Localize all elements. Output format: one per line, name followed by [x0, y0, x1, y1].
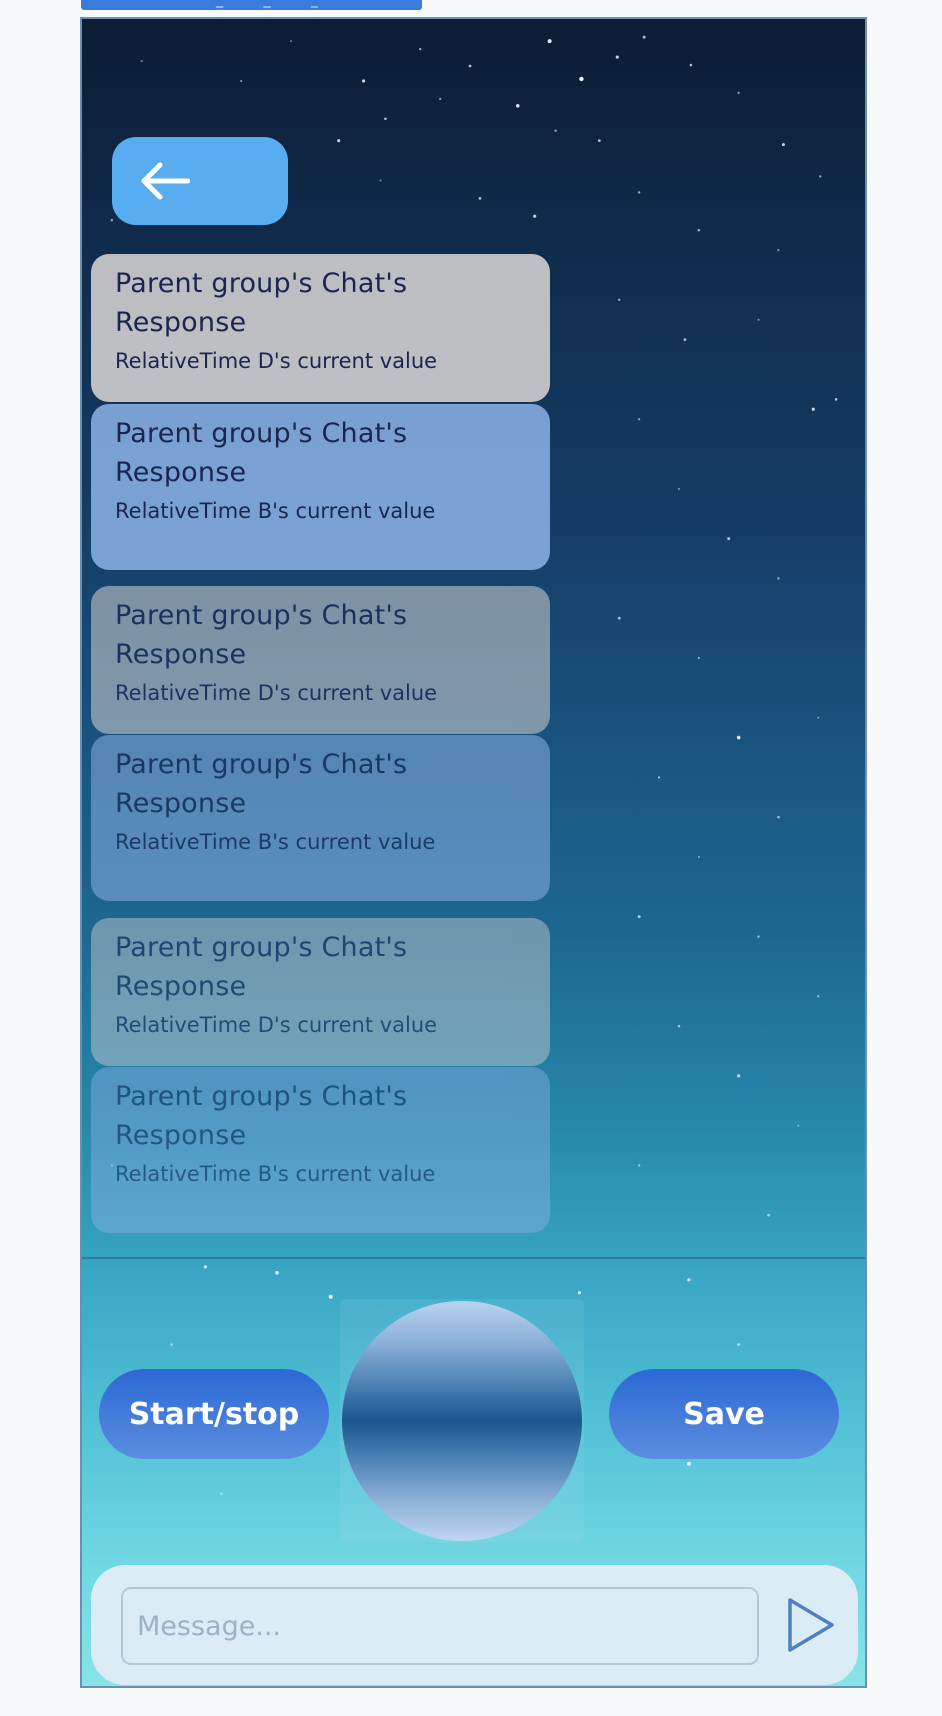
- message-input[interactable]: [121, 1587, 759, 1665]
- message-title: Parent group's Chat's Response: [115, 600, 408, 670]
- send-button[interactable]: [781, 1593, 841, 1659]
- message-time: RelativeTime B's current value: [115, 1162, 436, 1186]
- message-bubble[interactable]: Parent group's Chat's Response RelativeT…: [91, 254, 550, 402]
- message-title: Parent group's Chat's Response: [115, 1081, 408, 1151]
- message-title: Parent group's Chat's Response: [115, 932, 408, 1002]
- top-tab[interactable]: _ _ _: [81, 0, 422, 10]
- message-time: RelativeTime B's current value: [115, 499, 436, 523]
- chat-screen: Parent group's Chat's Response RelativeT…: [80, 17, 867, 1688]
- message-title: Parent group's Chat's Response: [115, 749, 408, 819]
- message-composer: [91, 1565, 858, 1685]
- message-time: RelativeTime B's current value: [115, 830, 436, 854]
- send-icon: [788, 1597, 834, 1652]
- message-title: Parent group's Chat's Response: [115, 268, 408, 338]
- divider: [82, 1257, 865, 1259]
- message-time: RelativeTime D's current value: [115, 349, 438, 373]
- message-time: RelativeTime D's current value: [115, 681, 438, 705]
- arrow-left-icon: [141, 162, 190, 200]
- save-button[interactable]: Save: [609, 1369, 839, 1459]
- top-tab-label: _ _ _: [216, 0, 336, 8]
- back-button[interactable]: [112, 137, 288, 225]
- message-title: Parent group's Chat's Response: [115, 418, 408, 488]
- message-bubble[interactable]: Parent group's Chat's Response RelativeT…: [91, 1067, 550, 1233]
- record-orb-container: [340, 1299, 584, 1543]
- message-bubble[interactable]: Parent group's Chat's Response RelativeT…: [91, 586, 550, 734]
- message-bubble[interactable]: Parent group's Chat's Response RelativeT…: [91, 918, 550, 1066]
- message-bubble[interactable]: Parent group's Chat's Response RelativeT…: [91, 404, 550, 570]
- message-bubble[interactable]: Parent group's Chat's Response RelativeT…: [91, 735, 550, 901]
- message-time: RelativeTime D's current value: [115, 1013, 438, 1037]
- start-stop-button[interactable]: Start/stop: [99, 1369, 329, 1459]
- record-orb[interactable]: [342, 1301, 582, 1541]
